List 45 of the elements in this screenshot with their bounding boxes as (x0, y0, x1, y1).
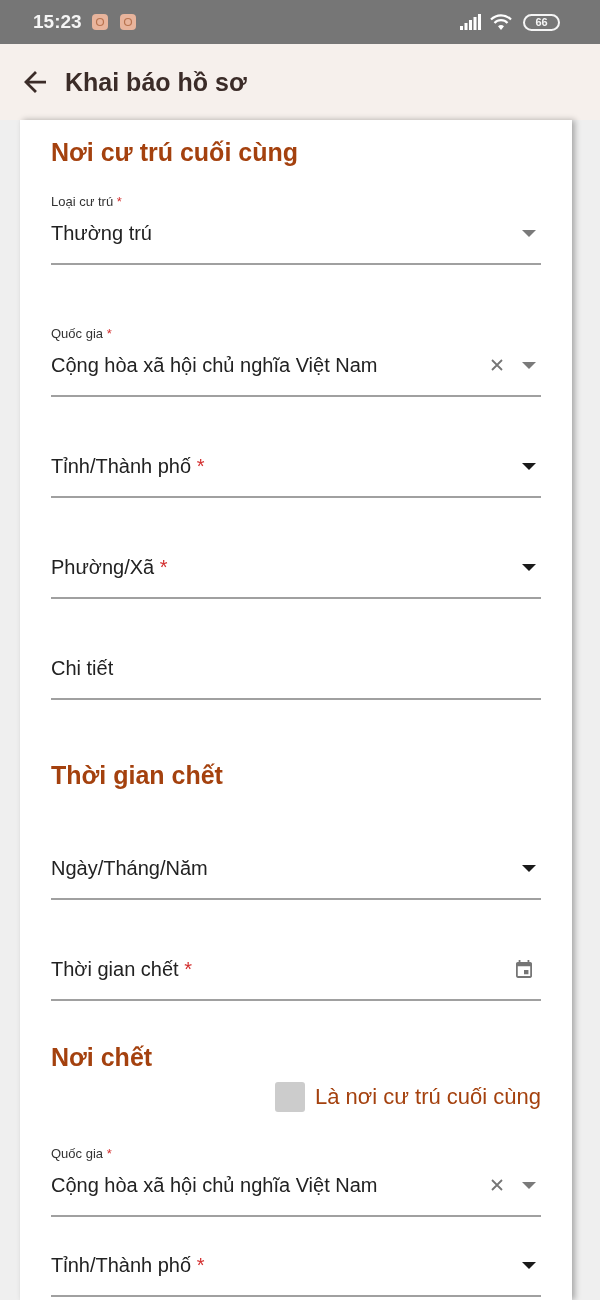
select-field[interactable]: Phường/Xã * (51, 553, 541, 599)
app-notification-icon (91, 14, 108, 30)
field-label: Quốc gia * (51, 1146, 112, 1162)
select-field[interactable]: Loại cư trú * Thường trú (51, 194, 541, 265)
dropdown-arrow-icon (522, 563, 536, 571)
back-arrow-icon (24, 71, 46, 93)
close-icon[interactable] (491, 359, 503, 371)
signal-icon (460, 14, 481, 30)
status-time: 15:23 (33, 10, 82, 34)
back-button[interactable] (24, 71, 46, 93)
field-label: Thời gian chết * (51, 957, 192, 982)
section-title: Nơi cư trú cuối cùng (51, 137, 299, 168)
battery-indicator: 66 (523, 13, 560, 31)
field-value: Cộng hòa xã hội chủ nghĩa Việt Nam (51, 353, 378, 378)
field-label: Tỉnh/Thành phố * (51, 454, 205, 479)
checkbox[interactable] (274, 1082, 305, 1112)
page-title: Khai báo hồ sơ (65, 67, 247, 98)
wifi-icon (490, 14, 512, 30)
select-field[interactable]: Quốc gia * Cộng hòa xã hội chủ nghĩa Việt Nam (51, 326, 541, 397)
dropdown-arrow-icon (522, 462, 536, 470)
section-title: Nơi chết (51, 1042, 154, 1073)
app-notification-icon (119, 14, 136, 30)
select-field[interactable]: Quốc gia * Cộng hòa xã hội chủ nghĩa Việt Nam (51, 1146, 541, 1217)
section-title: Thời gian chết (51, 760, 224, 791)
field-value: Cộng hòa xã hội chủ nghĩa Việt Nam (51, 1173, 378, 1198)
close-icon[interactable] (491, 1179, 503, 1191)
select-field[interactable]: Ngày/Tháng/Năm (51, 854, 541, 900)
text-field[interactable]: Chi tiết (51, 654, 541, 700)
checkbox-label[interactable]: Là nơi cư trú cuối cùng (314, 1083, 541, 1111)
dropdown-arrow-icon (522, 1261, 536, 1269)
field-label: Phường/Xã * (51, 555, 168, 580)
dropdown-arrow-icon (522, 361, 536, 369)
dropdown-arrow-icon (522, 1181, 536, 1189)
field-label: Ngày/Tháng/Năm (51, 856, 208, 881)
select-field[interactable]: Tỉnh/Thành phố * (51, 452, 541, 498)
field-label: Chi tiết (51, 656, 114, 681)
field-label: Tỉnh/Thành phố * (51, 1253, 205, 1278)
calendar-icon[interactable] (516, 960, 532, 978)
date-field[interactable]: Thời gian chết * (51, 955, 541, 1001)
dropdown-arrow-icon (522, 229, 536, 237)
field-label: Loại cư trú * (51, 194, 122, 210)
dropdown-arrow-icon (522, 864, 536, 872)
field-value: Thường trú (51, 221, 152, 246)
field-label: Quốc gia * (51, 326, 112, 342)
select-field[interactable]: Tỉnh/Thành phố * (51, 1251, 541, 1297)
